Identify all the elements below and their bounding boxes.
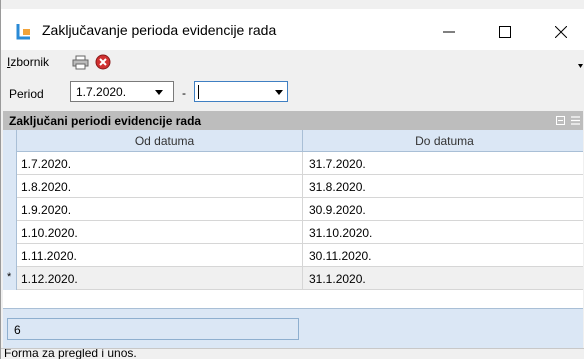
minimize-icon	[443, 31, 455, 32]
cell-to[interactable]: 30.11.2020.	[309, 249, 372, 263]
period-filter: Period 1.7.2020. -	[1, 80, 584, 106]
panel-title: Zaključani periodi evidencije rada	[9, 114, 202, 128]
status-text: Forma za pregled i unos.	[4, 348, 137, 359]
cell-from[interactable]: 1.12.2020.	[21, 272, 78, 286]
menu-izbornik[interactable]: Izbornik	[7, 55, 49, 69]
cell-from[interactable]: 1.7.2020.	[21, 157, 71, 171]
cell-from[interactable]: 1.10.2020.	[21, 226, 78, 240]
main-window: Zaključavanje perioda evidencije rada Iz…	[0, 0, 584, 359]
close-button[interactable]	[538, 18, 584, 45]
table-row[interactable]: 1.9.2020. 30.9.2020.	[3, 198, 583, 221]
cell-from[interactable]: 1.8.2020.	[21, 180, 71, 194]
collapse-panel-icon[interactable]	[556, 116, 565, 125]
list-options-icon[interactable]	[571, 116, 580, 125]
period-label: Period	[9, 87, 44, 101]
table-row-new[interactable]: * 1.12.2020. 31.1.2020.	[3, 267, 583, 290]
cell-divider	[302, 175, 303, 198]
period-separator: -	[182, 86, 186, 100]
table-row[interactable]: 1.10.2020. 31.10.2020.	[3, 221, 583, 244]
cell-divider	[302, 221, 303, 244]
menu-bar: Izbornik	[1, 50, 584, 76]
row-selector[interactable]	[3, 244, 17, 267]
new-row-marker: *	[7, 271, 12, 283]
cell-to[interactable]: 31.1.2020.	[309, 272, 366, 286]
cell-divider	[302, 244, 303, 267]
stop-icon[interactable]	[95, 54, 111, 70]
close-icon	[555, 25, 567, 38]
grid-header: Od datuma Do datuma	[3, 130, 583, 152]
window-title: Zaključavanje perioda evidencije rada	[42, 22, 277, 38]
cell-to[interactable]: 31.10.2020.	[309, 226, 372, 240]
row-count-summary: 6	[7, 318, 299, 340]
cell-to[interactable]: 31.8.2020.	[309, 180, 366, 194]
row-selector[interactable]	[3, 175, 17, 198]
table-row[interactable]: 1.11.2020. 30.11.2020.	[3, 244, 583, 267]
row-selector[interactable]	[3, 152, 17, 175]
text-caret	[198, 85, 199, 99]
row-count-value: 6	[14, 323, 21, 337]
panel-header: Zaključani periodi evidencije rada	[3, 111, 583, 130]
column-header-from[interactable]: Od datuma	[23, 134, 306, 148]
printer-icon[interactable]	[72, 55, 89, 70]
row-selector-header[interactable]	[3, 130, 17, 152]
table-row[interactable]: 1.8.2020. 31.8.2020.	[3, 175, 583, 198]
row-selector[interactable]: *	[3, 267, 17, 290]
cell-divider	[302, 198, 303, 221]
cell-to[interactable]: 30.9.2020.	[309, 203, 366, 217]
period-from-select[interactable]: 1.7.2020.	[70, 81, 174, 102]
row-selector[interactable]	[3, 221, 17, 244]
periods-grid: Od datuma Do datuma 1.7.2020. 31.7.2020.…	[3, 130, 583, 348]
status-bar: Forma za pregled i unos.	[1, 348, 584, 359]
period-from-value: 1.7.2020.	[76, 85, 127, 99]
title-bar: Zaključavanje perioda evidencije rada	[1, 9, 584, 50]
period-to-select[interactable]	[194, 81, 288, 102]
cell-divider	[302, 267, 303, 290]
table-row[interactable]: 1.7.2020. 31.7.2020.	[3, 152, 583, 175]
column-divider[interactable]	[302, 130, 303, 152]
row-selector[interactable]	[3, 198, 17, 221]
maximize-icon	[499, 25, 511, 38]
chevron-down-icon[interactable]	[275, 90, 283, 95]
maximize-button[interactable]	[482, 18, 528, 45]
minimize-button[interactable]	[426, 18, 472, 45]
chevron-down-icon[interactable]	[155, 90, 163, 95]
cell-from[interactable]: 1.9.2020.	[21, 203, 71, 217]
grid-footer: 6	[3, 308, 583, 348]
toolbar-overflow-icon[interactable]	[578, 64, 583, 68]
cell-from[interactable]: 1.11.2020.	[21, 249, 77, 263]
menu-label-rest: zbornik	[10, 55, 50, 69]
cell-to[interactable]: 31.7.2020.	[309, 157, 366, 171]
column-header-to[interactable]: Do datuma	[306, 134, 583, 148]
cell-divider	[302, 152, 303, 175]
lock-period-icon	[16, 24, 30, 40]
